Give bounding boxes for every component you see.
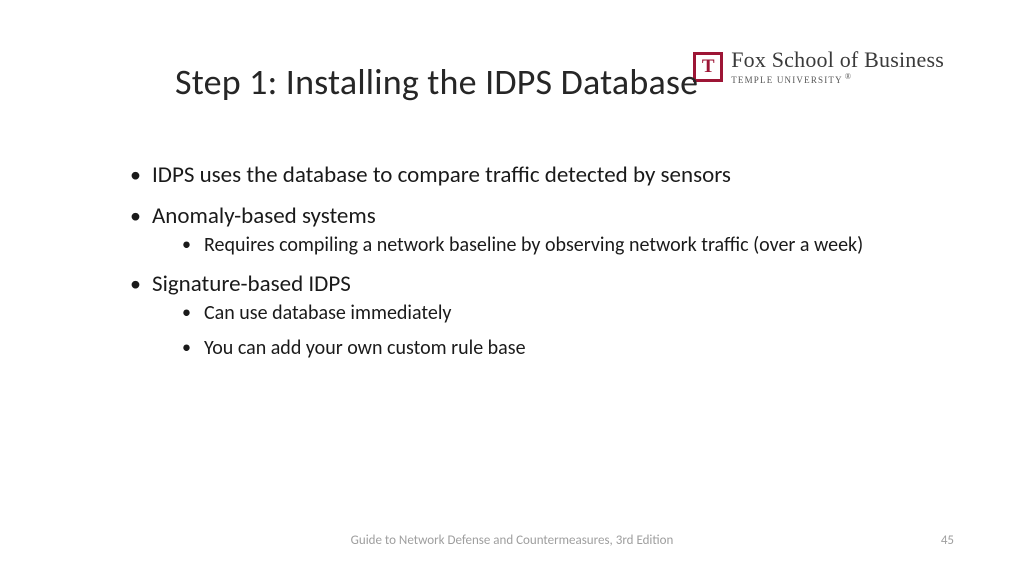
list-item: You can add your own custom rule base	[180, 335, 924, 362]
list-item: IDPS uses the database to compare traffi…	[128, 160, 924, 191]
list-item: Anomaly-based systems Requires compiling…	[128, 201, 924, 259]
footer: Guide to Network Defense and Countermeas…	[0, 533, 1024, 548]
bullet-list: IDPS uses the database to compare traffi…	[128, 160, 924, 362]
list-item: Signature-based IDPS Can use database im…	[128, 269, 924, 362]
logo-sub-line: TEMPLE UNIVERSITY®	[731, 73, 944, 85]
slide-title: Step 1: Installing the IDPS Database	[175, 60, 698, 104]
page-number: 45	[941, 533, 954, 548]
slide-content: IDPS uses the database to compare traffi…	[128, 160, 924, 372]
footer-text: Guide to Network Defense and Countermeas…	[351, 533, 674, 548]
brand-logo: T Fox School of Business TEMPLE UNIVERSI…	[693, 48, 944, 86]
list-item: Requires compiling a network baseline by…	[180, 232, 924, 259]
logo-main-line: Fox School of Business	[731, 48, 944, 71]
list-item: Can use database immediately	[180, 300, 924, 327]
logo-text: Fox School of Business TEMPLE UNIVERSITY…	[731, 48, 944, 86]
